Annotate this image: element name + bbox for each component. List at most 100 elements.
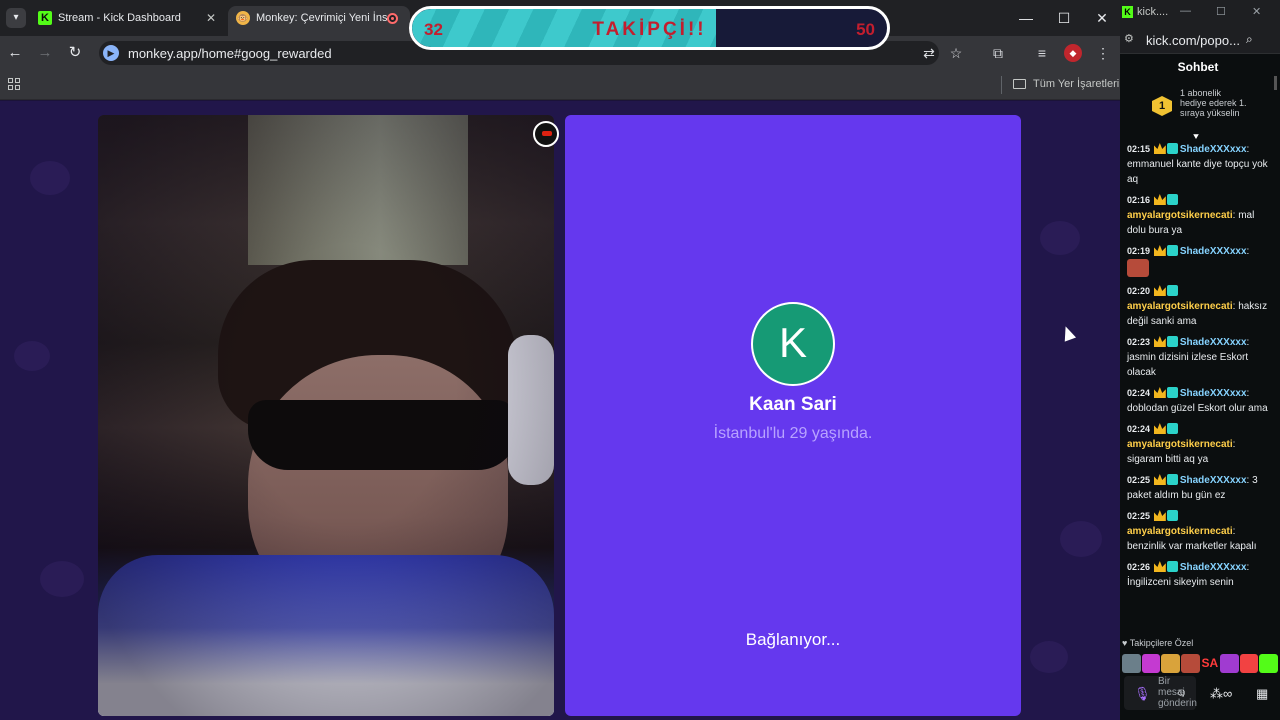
subscriber-badge-icon [1166, 423, 1178, 434]
kick-icon: K [1122, 6, 1133, 18]
profile-avatar[interactable]: ◆ [1064, 44, 1082, 62]
emote[interactable] [1239, 654, 1259, 673]
emote[interactable]: SA [1201, 654, 1220, 673]
url-text[interactable]: monkey.app/home#goog_rewarded [128, 46, 332, 61]
tab-monkey[interactable]: 🐵 Monkey: Çevrimiçi Yeni İnsa [228, 6, 410, 36]
apps-grid-icon[interactable] [8, 78, 20, 90]
message-username[interactable]: amyalargotsikernecati [1127, 301, 1233, 312]
back-icon[interactable]: ← [6, 44, 24, 62]
message-colon: : [1232, 526, 1236, 537]
tab-search-button[interactable]: ▾ [6, 8, 26, 28]
site-info-icon[interactable]: ▶ [103, 45, 119, 61]
message-time: 02:20 [1127, 286, 1151, 296]
crown-badge-icon [1153, 474, 1166, 485]
emote-icon [1127, 259, 1149, 277]
message-colon: : [1246, 388, 1250, 399]
chat-message: 02:24 ShadeXXXxxx: doblodan güzel Eskort… [1127, 386, 1272, 416]
tab-kick-dashboard[interactable]: K Stream - Kick Dashboard ✕ [32, 6, 224, 36]
bookmark-star-icon[interactable]: ☆ [947, 44, 965, 62]
paw-decoration [30, 161, 70, 195]
message-username[interactable]: amyalargotsikernecati [1127, 210, 1233, 221]
subscriber-badge-icon [1166, 387, 1178, 398]
message-username[interactable]: ShadeXXXxxx [1180, 144, 1247, 155]
webcam-status-badge[interactable] [533, 121, 559, 147]
maximize-button[interactable]: ☐ [1216, 5, 1226, 18]
chat-message: 02:20 amyalargotsikernecati: haksız deği… [1127, 284, 1272, 329]
maximize-button[interactable]: ☐ [1044, 8, 1084, 28]
minimize-button[interactable]: — [1180, 5, 1191, 17]
message-username[interactable]: ShadeXXXxxx [1180, 388, 1247, 399]
subscriber-badge-icon [1166, 510, 1178, 521]
message-time: 02:24 [1127, 424, 1151, 434]
microphone-icon[interactable]: 🎙 [1134, 686, 1151, 702]
chat-scrollbar[interactable] [1274, 76, 1278, 636]
site-settings-icon[interactable]: ⚙ [1124, 32, 1134, 45]
menu-icon[interactable]: ⋮ [1094, 44, 1112, 62]
message-text: emmanuel kante diye topçu yok aq [1127, 159, 1268, 185]
crown-badge-icon [1153, 336, 1166, 347]
match-name: Kaan Sari [749, 394, 837, 415]
message-username[interactable]: ShadeXXXxxx [1180, 337, 1247, 348]
message-text: İngilizceni sikeyim senin [1127, 577, 1234, 588]
message-text: jasmin dizisini izlese Eskort olacak [1127, 352, 1249, 378]
paw-decoration [40, 561, 84, 597]
subscriber-badge-icon [1166, 285, 1178, 296]
chat-message: 02:25 ShadeXXXxxx: 3 paket aldım bu gün … [1127, 473, 1272, 503]
message-username[interactable]: ShadeXXXxxx [1180, 475, 1247, 486]
bookmarks-divider [1001, 76, 1002, 94]
crown-badge-icon [1153, 387, 1166, 398]
followers-only-label: ♥ Takipçilere Özel [1122, 638, 1194, 648]
message-colon: : [1246, 562, 1250, 573]
bookmarks-bar [0, 70, 1120, 100]
folder-icon [1013, 79, 1026, 89]
chat-message-list: 02:15 ShadeXXXxxx: emmanuel kante diye t… [1127, 142, 1272, 596]
emote[interactable] [1220, 654, 1239, 673]
emote[interactable] [1161, 654, 1180, 673]
message-time: 02:25 [1127, 511, 1151, 521]
close-window-button[interactable]: ✕ [1082, 8, 1122, 28]
translate-icon[interactable]: ⇄ [920, 44, 938, 62]
emote[interactable] [1122, 654, 1141, 673]
all-bookmarks-link[interactable]: Tüm Yer İşaretleri [1033, 78, 1119, 90]
message-username[interactable]: ShadeXXXxxx [1180, 246, 1247, 257]
message-time: 02:16 [1127, 195, 1151, 205]
message-text: sigaram bitti aq ya [1127, 454, 1209, 465]
message-time: 02:24 [1127, 388, 1151, 398]
follower-goal-bar: 32 TAKİPÇİ!! 50 [409, 6, 890, 50]
recording-icon [387, 13, 398, 24]
subscriber-badge-icon [1166, 245, 1178, 256]
message-username[interactable]: amyalargotsikernecati [1127, 439, 1233, 450]
subscriber-badge-icon [1166, 561, 1178, 572]
reload-icon[interactable]: ↻ [66, 44, 84, 62]
emote-bar: SA [1122, 654, 1278, 674]
chat-extras-icon[interactable]: ⁂∞ [1210, 686, 1232, 702]
crown-badge-icon [1153, 423, 1166, 434]
minimize-button[interactable]: — [1006, 8, 1046, 28]
store-icon[interactable]: ▦ [1256, 686, 1268, 702]
subscriber-badge-icon [1166, 474, 1178, 485]
emote[interactable] [1180, 654, 1200, 673]
media-control-icon[interactable]: ≡ [1033, 44, 1051, 62]
match-avatar: K [751, 302, 835, 386]
follower-goal-title: TAKİPÇİ!! [592, 19, 707, 40]
message-username[interactable]: amyalargotsikernecati [1127, 526, 1233, 537]
emote[interactable] [1259, 654, 1278, 673]
emote[interactable] [1141, 654, 1161, 673]
chat-message: 02:24 amyalargotsikernecati: sigaram bit… [1127, 422, 1272, 467]
search-icon[interactable]: ⌕ [1246, 32, 1253, 47]
chat-message: 02:16 amyalargotsikernecati: mal dolu bu… [1127, 193, 1272, 238]
forward-icon[interactable]: → [36, 44, 54, 62]
paw-decoration [14, 341, 50, 371]
chat-url-text[interactable]: kick.com/popo... [1146, 33, 1240, 48]
extensions-icon[interactable]: ⧉ [989, 44, 1007, 62]
crown-badge-icon [1153, 561, 1166, 572]
close-window-button[interactable]: ✕ [1252, 5, 1261, 18]
message-username[interactable]: ShadeXXXxxx [1180, 562, 1247, 573]
subscriber-badge-icon [1166, 194, 1178, 205]
kick-icon: K [38, 11, 52, 25]
close-tab-icon[interactable]: ✕ [206, 6, 216, 30]
message-time: 02:25 [1127, 475, 1151, 485]
crown-badge-icon [1153, 510, 1166, 521]
webcam-vignette [98, 115, 554, 716]
emoji-picker-icon[interactable]: ☺ [1176, 687, 1187, 699]
